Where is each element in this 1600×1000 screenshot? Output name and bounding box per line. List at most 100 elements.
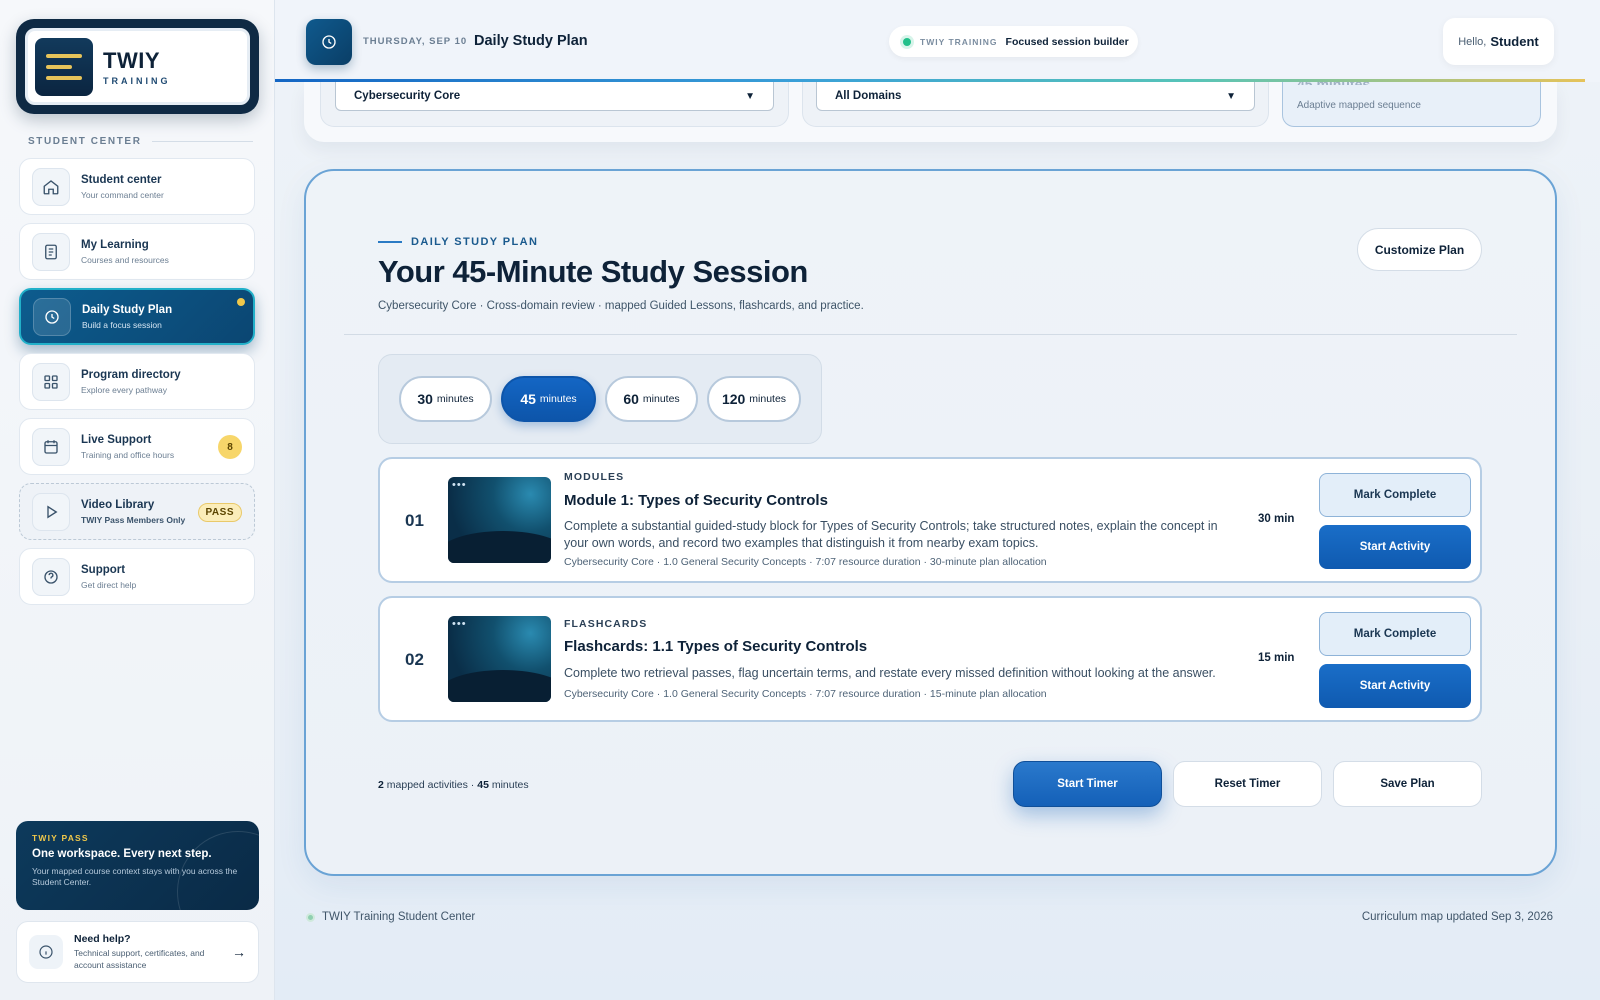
customize-plan-button[interactable]: Customize Plan	[1357, 228, 1482, 271]
sidebar-item-support[interactable]: Support Get direct help	[19, 548, 255, 605]
arrow-right-icon: →	[232, 944, 246, 960]
activity-thumbnail[interactable]: •••	[448, 616, 551, 702]
activity-number: 02	[405, 650, 424, 669]
program-select[interactable]: Cybersecurity Core ▼	[335, 82, 774, 111]
brand-sub: TRAINING	[103, 75, 171, 86]
sidebar-item-sub: Get direct help	[81, 579, 137, 590]
plan-subtitle: Cybersecurity Core · Cross-domain review…	[378, 300, 864, 312]
domain-select[interactable]: All Domains ▼	[816, 82, 1255, 111]
duration-option-30[interactable]: 30 minutes	[399, 376, 492, 422]
activity-card: 01 ••• MODULES Module 1: Types of Securi…	[378, 457, 1482, 583]
activity-type: FLASHCARDS	[564, 618, 648, 630]
need-help-card[interactable]: Need help? Technical support, certificat…	[16, 921, 259, 983]
promo-title: One workspace. Every next step.	[32, 848, 212, 860]
duration-value: 60	[623, 391, 639, 407]
grid-icon	[32, 362, 70, 401]
summary-minutes-label: minutes	[491, 779, 529, 791]
pass-badge: PASS	[197, 503, 242, 522]
twiy-pass-promo[interactable]: TWIY PASS One workspace. Every next step…	[16, 821, 259, 910]
footer-left: TWIY Training Student Center	[306, 911, 475, 923]
activity-description: Complete a substantial guided-study bloc…	[564, 519, 1218, 550]
calendar-icon	[32, 427, 70, 466]
duration-option-60[interactable]: 60 minutes	[605, 376, 698, 422]
sidebar-item-live-support[interactable]: Live Support Training and office hours 8	[19, 418, 255, 475]
activity-card: 02 ••• FLASHCARDS Flashcards: 1.1 Types …	[378, 596, 1482, 722]
help-circle-icon	[32, 557, 70, 596]
notification-badge: 8	[218, 435, 242, 459]
start-activity-button[interactable]: Start Activity	[1319, 525, 1471, 569]
sidebar-item-title: Live Support	[81, 433, 152, 446]
activity-type: MODULES	[564, 471, 625, 483]
sidebar: TWIY TRAINING STUDENT CENTER Student cen…	[0, 0, 275, 1000]
activity-title: Module 1: Types of Security Controls	[564, 492, 828, 509]
sidebar-item-sub: Training and office hours	[81, 449, 175, 460]
start-timer-button[interactable]: Start Timer	[1013, 761, 1162, 807]
chevron-down-icon: ▼	[1226, 90, 1236, 102]
brand-text: TWIY TRAINING	[103, 48, 171, 86]
start-activity-button[interactable]: Start Activity	[1319, 664, 1471, 708]
sidebar-item-my-learning[interactable]: My Learning Courses and resources	[19, 223, 255, 280]
promo-text: Your mapped course context stays with yo…	[32, 866, 238, 888]
sidebar-item-title: My Learning	[81, 238, 149, 251]
sidebar-item-title: Video Library	[81, 498, 155, 511]
sidebar-item-program-directory[interactable]: Program directory Explore every pathway	[19, 353, 255, 410]
duration-unit: minutes	[749, 393, 787, 405]
summary-count-label: mapped activities ·	[386, 779, 475, 791]
brand-inner: TWIY TRAINING	[22, 25, 253, 108]
duration-unit: minutes	[642, 393, 680, 405]
sidebar-item-sub: Build a focus session	[82, 319, 162, 330]
brand-name: TWIY	[103, 47, 160, 73]
clock-icon	[33, 297, 71, 336]
footer-right: Curriculum map updated Sep 3, 2026	[1361, 911, 1553, 923]
menu-logo-icon	[35, 37, 93, 96]
home-icon	[32, 167, 70, 206]
user-greeting[interactable]: Hello, Student	[1443, 18, 1554, 65]
promo-eyebrow: TWIY PASS	[32, 833, 89, 843]
duration-unit: minutes	[436, 393, 474, 405]
status-pill: TWIY TRAINING Focused session builder	[889, 26, 1138, 57]
activity-thumbnail[interactable]: •••	[448, 477, 551, 563]
chevron-down-icon: ▼	[745, 90, 755, 102]
user-name: Student	[1490, 34, 1539, 49]
activity-duration: 15 min	[1258, 652, 1295, 664]
reset-timer-button[interactable]: Reset Timer	[1173, 761, 1322, 807]
domain-select-value: All Domains	[835, 90, 902, 102]
clock-icon	[322, 35, 336, 49]
duration-value: 120	[721, 391, 746, 407]
status-pill-label: TWIY TRAINING	[920, 36, 998, 47]
summary-count: 2	[378, 779, 384, 791]
duration-unit: minutes	[539, 393, 577, 405]
status-dot	[306, 912, 315, 922]
activity-duration: 30 min	[1258, 513, 1295, 525]
info-icon	[29, 935, 63, 969]
sidebar-item-title: Support	[81, 563, 126, 576]
top-date: THURSDAY, SEP 10	[363, 36, 468, 47]
active-indicator-dot	[237, 298, 245, 306]
sidebar-item-sub: TWIY Pass Members Only	[81, 514, 186, 525]
status-dot	[903, 37, 911, 46]
sidebar-item-sub: Your command center	[81, 189, 164, 200]
sidebar-item-title: Daily Study Plan	[82, 303, 173, 316]
footer-left-text: TWIY Training Student Center	[322, 911, 476, 923]
save-plan-button[interactable]: Save Plan	[1333, 761, 1482, 807]
sidebar-item-video-library[interactable]: Video Library TWIY Pass Members Only PAS…	[19, 483, 255, 540]
page-title: Daily Study Plan	[474, 33, 588, 49]
brand-logo-card[interactable]: TWIY TRAINING	[16, 19, 259, 114]
duration-value: 45	[520, 391, 536, 407]
mark-complete-button[interactable]: Mark Complete	[1319, 612, 1471, 656]
sidebar-item-student-center[interactable]: Student center Your command center	[19, 158, 255, 215]
sidebar-item-sub: Explore every pathway	[81, 384, 167, 395]
more-dots-icon: •••	[452, 479, 467, 491]
duration-option-45[interactable]: 45 minutes	[501, 376, 596, 422]
clock-button[interactable]	[306, 19, 352, 65]
duration-value: 30	[417, 391, 433, 407]
mapped-sub: Adaptive mapped sequence	[1297, 100, 1421, 111]
sidebar-item-title: Student center	[81, 173, 162, 186]
book-icon	[32, 232, 70, 271]
status-pill-text: Focused session builder	[1005, 35, 1129, 48]
sidebar-item-daily-study-plan[interactable]: Daily Study Plan Build a focus session	[19, 288, 255, 345]
mark-complete-button[interactable]: Mark Complete	[1319, 473, 1471, 517]
activity-meta: Cybersecurity Core · 1.0 General Securit…	[564, 688, 1047, 700]
greeting-prefix: Hello,	[1458, 35, 1487, 48]
duration-option-120[interactable]: 120 minutes	[707, 376, 801, 422]
